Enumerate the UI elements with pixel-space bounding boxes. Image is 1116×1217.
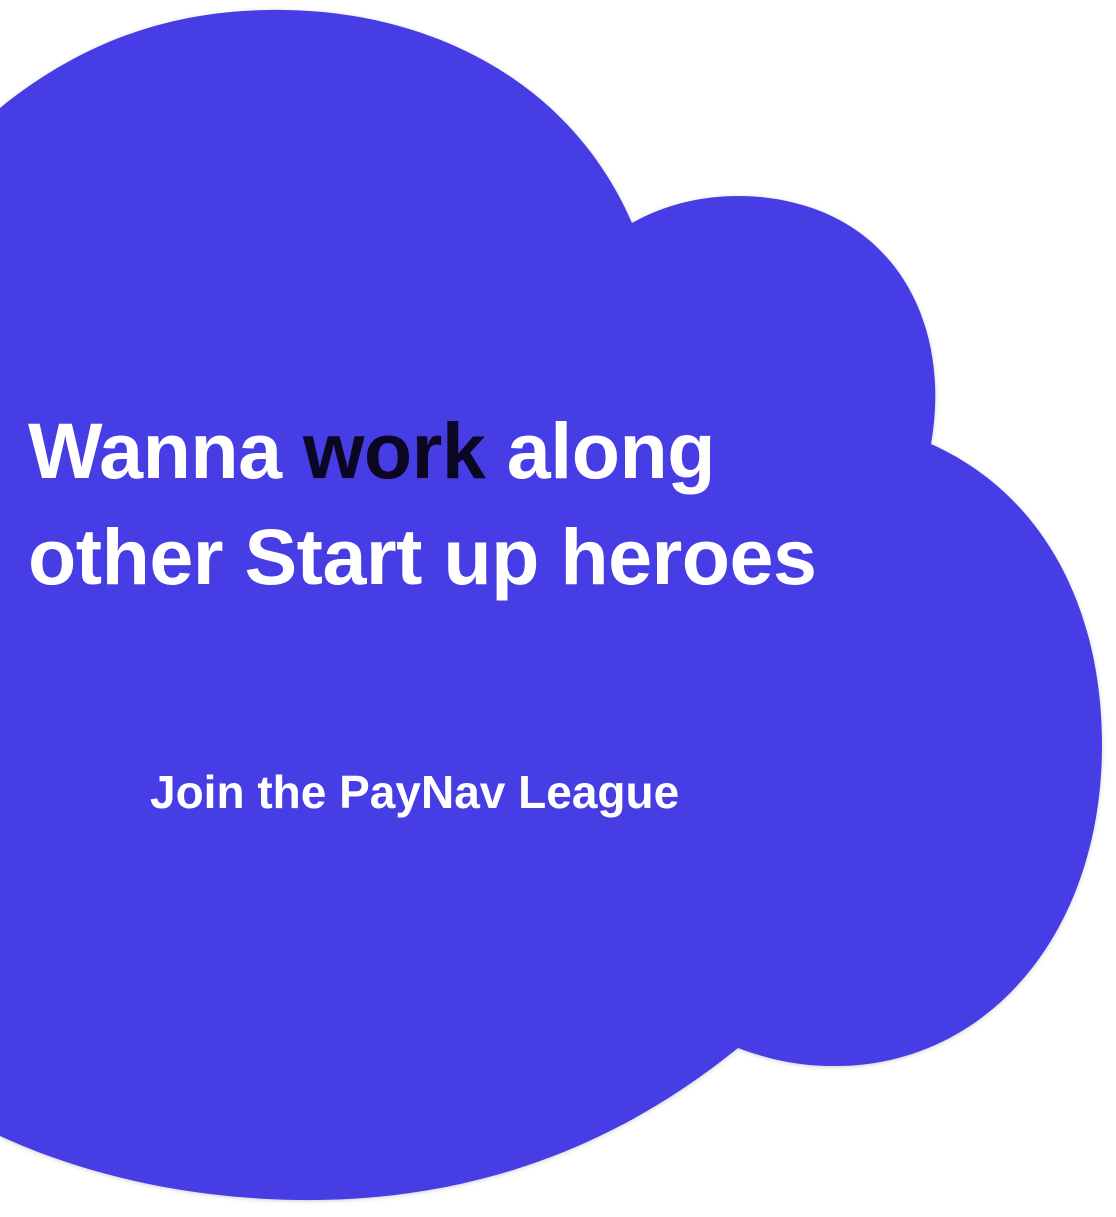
- hero-headline: Wanna work along other Start up heroes: [28, 398, 868, 610]
- hero-section: Wanna work along other Start up heroes Jo…: [0, 0, 1116, 1217]
- headline-text-start: Wanna: [28, 406, 303, 495]
- headline-highlight-word: work: [302, 406, 486, 495]
- join-league-link[interactable]: Join the PayNav League: [150, 763, 679, 821]
- headline-second-line: other Start up heroes: [28, 512, 817, 601]
- headline-text-end: along: [485, 406, 716, 495]
